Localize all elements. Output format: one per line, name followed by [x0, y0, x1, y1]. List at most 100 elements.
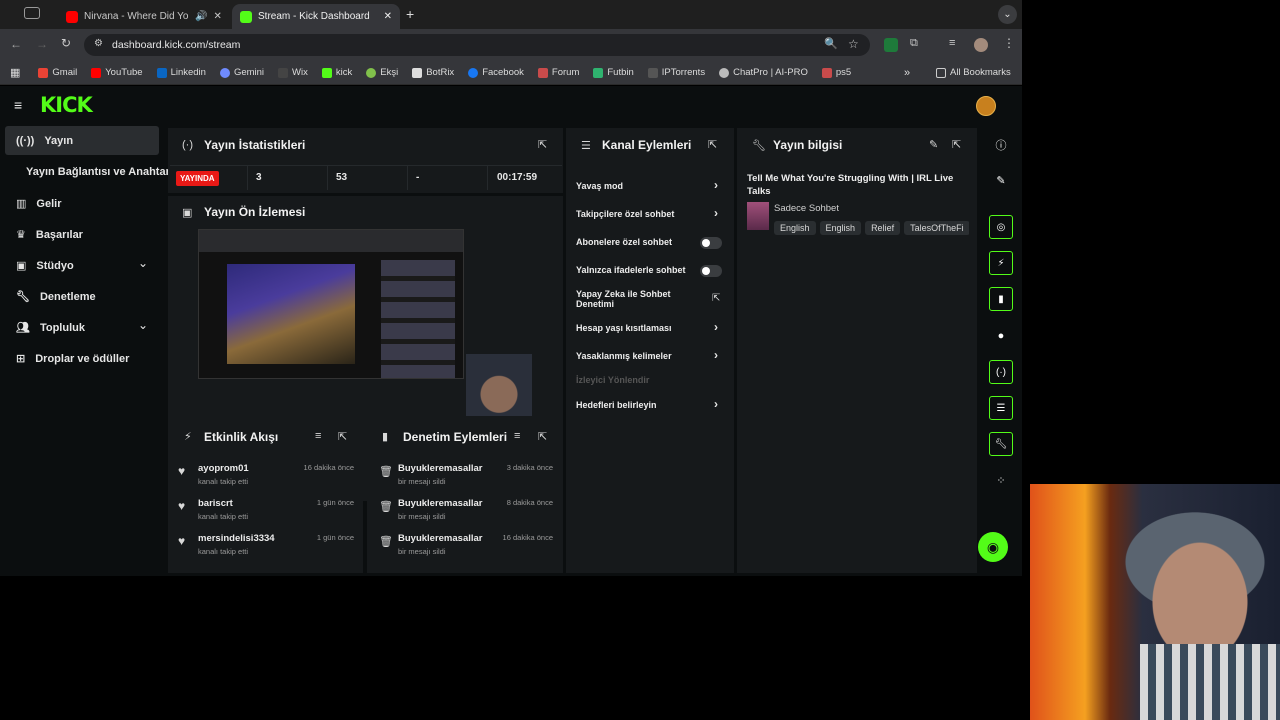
bookmark-chatpro[interactable]: ChatPro | AI-PRO [719, 67, 808, 78]
extension-green-icon[interactable] [884, 38, 898, 52]
pencil-icon[interactable]: ✎ [992, 171, 1010, 189]
popout-icon[interactable]: ⇱ [538, 138, 547, 151]
tab-nirvana[interactable]: Nirvana - Where Did You S 🔊 ✕ [58, 4, 230, 29]
activity-user[interactable]: ayoprom01 [198, 463, 249, 474]
bookmark-wix[interactable]: Wix [278, 67, 308, 78]
bookmark-botrix[interactable]: BotRix [412, 67, 454, 78]
bookmark-eksi[interactable]: Ekşi [366, 67, 398, 78]
chevron-right-icon[interactable]: › [714, 348, 718, 362]
tag[interactable]: English [819, 221, 862, 235]
popout-icon[interactable]: ⇱ [952, 138, 961, 151]
rail-preview-button[interactable]: ◎ [989, 215, 1013, 239]
emote-only-toggle[interactable] [700, 265, 722, 277]
sidebar-droplar[interactable]: ⊞ Droplar ve ödüller [16, 352, 129, 366]
all-bookmarks[interactable]: All Bookmarks [936, 67, 1011, 78]
close-tab-icon[interactable]: ✕ [213, 11, 221, 22]
sidebar-yayin[interactable]: ((·)) Yayın [16, 135, 73, 147]
tab-list-button[interactable]: ⌄ [998, 5, 1017, 24]
activity-user[interactable]: bariscrt [198, 498, 233, 509]
divider [327, 166, 328, 190]
rail-lightning-button[interactable]: ⚡︎ [989, 251, 1013, 275]
popout-icon[interactable]: ⇱ [338, 430, 347, 443]
rail-wrench-button[interactable]: 🔧︎ [989, 432, 1013, 456]
new-tab-button[interactable]: + [406, 6, 414, 22]
menu-icon[interactable]: ⋮ [1003, 36, 1015, 50]
help-button[interactable]: ◉ [978, 532, 1008, 562]
zoom-icon[interactable]: 🔍 [824, 37, 838, 50]
chevron-right-icon[interactable]: › [714, 320, 718, 334]
stream-preview-video[interactable] [198, 229, 464, 379]
sidebar-basarilar[interactable]: ♛ Başarılar [16, 228, 83, 242]
sidebar-topluluk[interactable]: 👥︎ Topluluk [16, 321, 85, 335]
kick-icon [321, 67, 332, 78]
site-info-icon[interactable]: ⚙ [94, 38, 103, 49]
tag[interactable]: TalesOfTheFi [904, 221, 969, 235]
reload-icon[interactable]: ↻ [61, 36, 71, 50]
subs-only-toggle[interactable] [700, 237, 722, 249]
filter-icon[interactable]: ≡ [514, 430, 520, 442]
rail-actions-button[interactable]: ☰ [989, 396, 1013, 420]
tag[interactable]: Relief [865, 221, 901, 235]
sidebar-denetleme[interactable]: 🔧︎ Denetleme [16, 290, 96, 304]
action-followers-only[interactable]: Takipçilere özel sohbet [576, 209, 674, 219]
mod-user[interactable]: Buyukleremasallar [398, 498, 483, 509]
chevron-down-icon[interactable]: ⌄ [138, 318, 148, 332]
address-bar[interactable]: ⚙ dashboard.kick.com/stream 🔍 ☆ [84, 34, 870, 56]
bookmark-gmail[interactable]: Gmail [38, 67, 77, 78]
sidebar-stream-key[interactable]: Yayın Bağlantısı ve Anahtarı [26, 166, 173, 178]
dots-icon[interactable]: ⁘ [992, 471, 1010, 489]
filter-icon[interactable]: ≡ [315, 430, 321, 442]
pencil-icon[interactable]: ✎ [929, 138, 938, 151]
tag[interactable]: English [774, 221, 816, 235]
rail-broadcast-button[interactable]: (·) [989, 360, 1013, 384]
popout-icon[interactable]: ⇱ [538, 430, 547, 443]
action-subs-only[interactable]: Abonelere özel sohbet [576, 237, 672, 247]
tab-search-button[interactable] [24, 7, 40, 19]
bookmark-forum[interactable]: Forum [537, 67, 579, 78]
speaker-icon[interactable]: 🔊 [195, 11, 207, 22]
bookmark-facebook[interactable]: Facebook [468, 67, 524, 78]
kick-logo[interactable]: KICK [40, 93, 93, 117]
action-slow-mode[interactable]: Yavaş mod [576, 181, 623, 191]
more-bookmarks-icon[interactable]: » [904, 67, 910, 79]
apps-icon[interactable]: ▦ [10, 66, 20, 79]
bookmark-futbin[interactable]: Futbin [593, 67, 634, 78]
activity-user[interactable]: mersindelisi3334 [198, 533, 275, 544]
hamburger-icon[interactable]: ≡ [14, 97, 22, 113]
tab-kick-dashboard[interactable]: Stream - Kick Dashboard ✕ [232, 4, 400, 29]
bookmark-iptorrents[interactable]: IPTorrents [647, 67, 705, 78]
forward-icon[interactable]: → [36, 37, 48, 51]
bookmark-kick[interactable]: kick [321, 67, 352, 78]
forum-icon [537, 67, 548, 78]
back-icon[interactable]: ← [10, 37, 22, 51]
info-icon[interactable]: ⓘ [992, 136, 1010, 154]
star-icon[interactable]: ☆ [848, 37, 859, 51]
action-ai-moderation[interactable]: Yapay Zeka ile Sohbet Denetimi [576, 289, 686, 309]
user-avatar[interactable] [976, 96, 996, 116]
chevron-down-icon[interactable]: ⌄ [138, 256, 148, 270]
external-link-icon[interactable]: ⇱ [712, 293, 720, 304]
action-set-goals[interactable]: Hedefleri belirleyin [576, 400, 657, 410]
bookmark-youtube[interactable]: YouTube [91, 67, 143, 78]
bookmark-gemini[interactable]: Gemini [219, 67, 264, 78]
category-name[interactable]: Sadece Sohbet [774, 203, 839, 214]
chevron-right-icon[interactable]: › [714, 206, 718, 220]
action-account-age[interactable]: Hesap yaşı kısıtlaması [576, 323, 672, 333]
close-tab-icon[interactable]: ✕ [384, 11, 392, 22]
bookmark-ps5[interactable]: ps5 [821, 67, 851, 78]
sidebar-studyo[interactable]: ▣ Stüdyo [16, 259, 74, 273]
rail-moderation-button[interactable]: ▮ [989, 287, 1013, 311]
action-emote-only[interactable]: Yalnızca ifadelerle sohbet [576, 265, 686, 275]
mod-user[interactable]: Buyukleremasallar [398, 533, 483, 544]
popout-icon[interactable]: ⇱ [708, 138, 717, 151]
media-icon[interactable]: ≡ [949, 37, 955, 49]
chevron-right-icon[interactable]: › [714, 397, 718, 411]
bookmark-linkedin[interactable]: Linkedin [156, 67, 206, 78]
extensions-icon[interactable]: ⧉ [910, 37, 918, 50]
profile-avatar[interactable] [974, 38, 988, 52]
sidebar-gelir[interactable]: ▥ Gelir [16, 197, 61, 211]
chat-icon[interactable]: ● [992, 327, 1010, 345]
mod-user[interactable]: Buyukleremasallar [398, 463, 483, 474]
chevron-right-icon[interactable]: › [714, 178, 718, 192]
action-banned-words[interactable]: Yasaklanmış kelimeler [576, 351, 672, 361]
